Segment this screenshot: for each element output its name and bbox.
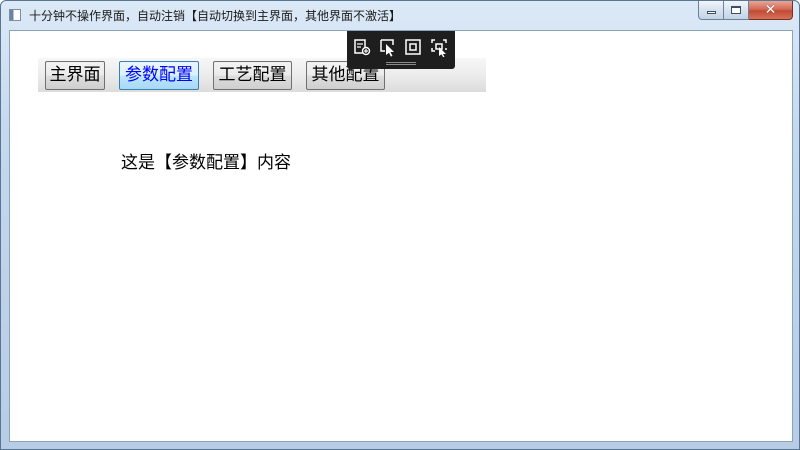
maximize-button[interactable] — [724, 1, 749, 20]
caption-buttons: ✕ — [698, 1, 793, 21]
app-icon — [9, 9, 21, 21]
tab-process-config[interactable]: 工艺配置 — [213, 61, 292, 90]
close-button[interactable]: ✕ — [749, 1, 793, 20]
tab-params-config[interactable]: 参数配置 — [119, 61, 199, 90]
maximize-icon — [731, 6, 741, 14]
live-visual-tree-icon[interactable] — [352, 37, 372, 57]
client-area: 主界面 参数配置 工艺配置 其他配置 这是【参数配置】内容 — [9, 30, 793, 442]
close-icon: ✕ — [764, 2, 777, 18]
select-element-icon[interactable] — [378, 37, 398, 57]
page-content-text: 这是【参数配置】内容 — [121, 153, 291, 173]
tab-main[interactable]: 主界面 — [45, 61, 105, 90]
track-focused-element-icon[interactable] — [429, 37, 449, 57]
display-layout-adorners-icon[interactable] — [403, 37, 423, 57]
app-window: 十分钟不操作界面，自动注销【自动切换到主界面，其他界面不激活】 ✕ 主界面 参数… — [0, 0, 800, 450]
title-bar[interactable]: 十分钟不操作界面，自动注销【自动切换到主界面，其他界面不激活】 ✕ — [1, 1, 799, 29]
toolbar-drag-handle[interactable] — [386, 62, 416, 65]
debug-toolbar — [347, 31, 455, 69]
minimize-icon — [706, 11, 716, 14]
window-title: 十分钟不操作界面，自动注销【自动切换到主界面，其他界面不激活】 — [29, 9, 402, 23]
minimize-button[interactable] — [698, 1, 724, 20]
